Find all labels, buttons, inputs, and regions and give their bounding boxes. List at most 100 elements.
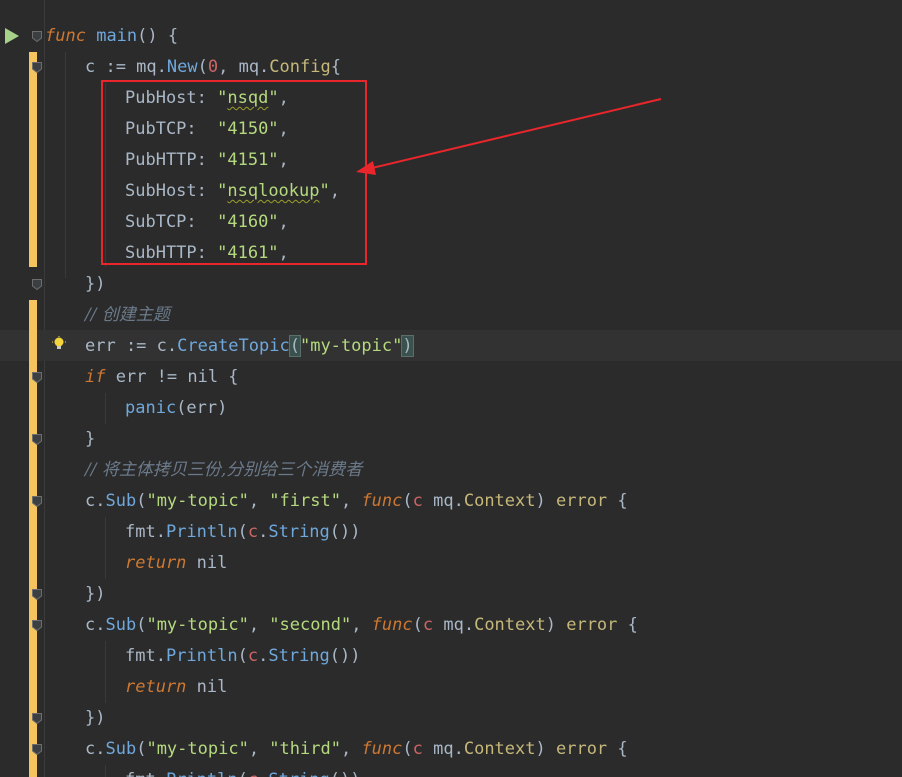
code-token: , — [340, 739, 362, 759]
code-token: func — [361, 739, 403, 759]
code-token: "third" — [269, 739, 341, 759]
code-token: "my-topic" — [146, 739, 249, 759]
code-token: Context — [474, 615, 546, 635]
code-line[interactable]: fmt.Println(c.String()) — [0, 765, 902, 777]
code-token: , — [340, 491, 362, 511]
code-line[interactable]: c := mq.New(0, mq.Config{ — [0, 52, 902, 83]
code-token: "my-topic" — [146, 615, 249, 635]
code-text: }) — [85, 579, 105, 610]
code-token: }) — [85, 274, 106, 294]
code-token: return — [125, 677, 187, 697]
code-token: }) — [85, 584, 106, 604]
code-text: err := c.CreateTopic("my-topic") — [85, 331, 414, 362]
code-text: c.Sub("my-topic", "first", func(c mq.Con… — [85, 486, 628, 517]
code-token: Println — [166, 770, 238, 777]
code-token: c — [247, 522, 259, 542]
code-token: 0 — [207, 57, 219, 77]
code-token: "my-topic" — [146, 491, 249, 511]
code-text: // 将主体拷贝三份,分别给三个消费者 — [85, 455, 362, 486]
code-token: , — [351, 615, 372, 635]
code-line[interactable]: c.Sub("my-topic", "first", func(c mq.Con… — [0, 486, 902, 517]
code-token: () { — [137, 26, 179, 46]
code-token: ()) — [329, 646, 361, 666]
code-token: (err) — [176, 398, 228, 418]
code-token: { — [607, 739, 628, 759]
code-text: // 创建主题 — [85, 300, 170, 331]
code-text: c.Sub("my-topic", "second", func(c mq.Co… — [85, 610, 638, 641]
code-token: ( — [402, 739, 413, 759]
code-text: if err != nil { — [85, 362, 239, 393]
code-text: } — [85, 424, 95, 455]
code-token: ) — [535, 491, 556, 511]
code-token: ( — [238, 770, 248, 777]
code-line[interactable]: return nil — [0, 672, 902, 703]
code-line[interactable]: err := c.CreateTopic("my-topic") — [0, 331, 902, 362]
code-token: Println — [165, 646, 238, 666]
code-line[interactable]: } — [0, 424, 902, 455]
code-token: error — [555, 739, 608, 759]
code-token: c — [412, 491, 423, 511]
code-token: c. — [85, 615, 106, 635]
code-token: nil — [186, 677, 228, 697]
code-token: ( — [237, 646, 248, 666]
code-text: return nil — [125, 548, 227, 579]
code-line[interactable]: if err != nil { — [0, 362, 902, 393]
code-text: }) — [85, 703, 105, 734]
code-token: ()) — [330, 770, 361, 777]
code-token: String — [268, 522, 330, 542]
code-token: Sub — [105, 739, 137, 759]
code-token: error — [566, 615, 618, 635]
code-token: , — [248, 739, 270, 759]
code-text: c := mq.New(0, mq.Config{ — [85, 52, 341, 83]
code-token: mq. — [433, 615, 475, 635]
code-line[interactable]: panic(err) — [0, 393, 902, 424]
code-editor[interactable]: func main() {c := mq.New(0, mq.Config{Pu… — [0, 0, 902, 777]
code-token: String — [268, 770, 329, 777]
code-text: c.Sub("my-topic", "third", func(c mq.Con… — [85, 734, 628, 765]
code-token: } — [85, 429, 96, 449]
code-token: Sub — [105, 615, 137, 635]
code-line[interactable]: c.Sub("my-topic", "third", func(c mq.Con… — [0, 734, 902, 765]
code-text: return nil — [125, 672, 227, 703]
code-token: mq. — [422, 491, 464, 511]
code-token: fmt. — [125, 522, 166, 542]
code-line[interactable]: // 创建主题 — [0, 300, 902, 331]
code-token: c. — [85, 491, 106, 511]
code-token: ) — [401, 335, 414, 357]
code-token: nil — [186, 553, 228, 573]
code-token: . — [258, 522, 269, 542]
code-text: func main() { — [45, 21, 178, 52]
code-token: // 将主体拷贝三份,分别给三个消费者 — [85, 460, 363, 480]
code-token: error — [555, 491, 608, 511]
code-token: , mq. — [218, 57, 270, 77]
code-line[interactable]: return nil — [0, 548, 902, 579]
code-token: ( — [237, 522, 248, 542]
code-token: Config — [269, 57, 331, 77]
code-token: ( — [412, 615, 423, 635]
code-token: ( — [136, 739, 147, 759]
code-line[interactable]: c.Sub("my-topic", "second", func(c mq.Co… — [0, 610, 902, 641]
code-token: . — [258, 770, 268, 777]
code-text: fmt.Println(c.String()) — [125, 517, 361, 548]
code-token: { — [330, 57, 341, 77]
code-line[interactable]: func main() { — [0, 21, 902, 52]
code-line[interactable]: }) — [0, 579, 902, 610]
code-line[interactable]: }) — [0, 703, 902, 734]
code-token: "first" — [269, 491, 341, 511]
code-token: fmt. — [125, 770, 166, 777]
code-token: Context — [463, 739, 536, 759]
code-token: fmt. — [125, 646, 166, 666]
code-token: c. — [85, 739, 106, 759]
code-line[interactable]: fmt.Println(c.String()) — [0, 517, 902, 548]
code-token: New — [166, 57, 198, 77]
code-token: , — [248, 615, 270, 635]
code-line[interactable]: }) — [0, 269, 902, 300]
code-text: fmt.Println(c.String()) — [125, 641, 361, 672]
code-line[interactable]: // 将主体拷贝三份,分别给三个消费者 — [0, 455, 902, 486]
code-token: , — [248, 491, 270, 511]
code-token: c — [247, 646, 259, 666]
code-token: { — [617, 615, 638, 635]
code-line[interactable]: fmt.Println(c.String()) — [0, 641, 902, 672]
code-token: ( — [136, 615, 147, 635]
